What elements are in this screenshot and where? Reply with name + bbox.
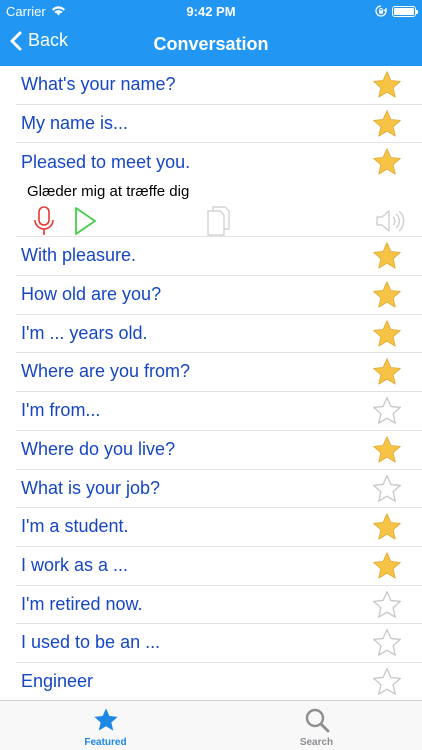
favorite-star-icon[interactable] — [371, 589, 403, 621]
favorite-star-icon[interactable] — [371, 240, 403, 272]
copy-icon[interactable] — [204, 205, 232, 237]
list-item[interactable]: What's your name? — [16, 66, 422, 105]
favorite-star-icon[interactable] — [371, 434, 403, 466]
phrase-text: What is your job? — [21, 477, 161, 498]
list-item[interactable]: I work as a ... — [16, 547, 422, 586]
phrase-text: I'm ... years old. — [21, 322, 148, 343]
favorite-star-icon[interactable] — [371, 627, 403, 659]
microphone-icon[interactable] — [32, 205, 56, 237]
favorite-star-icon[interactable] — [371, 69, 403, 101]
list-item[interactable]: I'm ... years old. — [16, 315, 422, 354]
battery-area — [375, 5, 418, 17]
tab-label: Featured — [84, 737, 127, 748]
phrase-text: With pleasure. — [21, 245, 137, 266]
favorite-star-icon[interactable] — [371, 356, 403, 388]
favorite-star-icon[interactable] — [371, 108, 403, 140]
favorite-star-icon[interactable] — [371, 318, 403, 350]
list-item[interactable]: Where are you from? — [16, 353, 422, 393]
phrase-text: My name is... — [21, 112, 129, 133]
top-bar: Carrier 9:42 PM Back Conversation — [0, 0, 422, 66]
navigation-bar: Back Conversation — [0, 22, 422, 66]
phrase-text: How old are you? — [21, 284, 162, 305]
favorite-star-icon[interactable] — [371, 279, 403, 311]
page-title: Conversation — [153, 34, 269, 54]
list-item[interactable]: With pleasure. — [16, 237, 422, 277]
status-time: 9:42 PM — [186, 4, 236, 19]
list-item[interactable]: Where do you live? — [16, 431, 422, 470]
favorite-star-icon[interactable] — [371, 395, 403, 427]
list-item[interactable]: I'm from... — [16, 392, 422, 431]
phrase-text: Pleased to meet you. — [21, 152, 191, 173]
favorite-star-icon[interactable] — [371, 550, 403, 582]
tab-label: Search — [299, 737, 334, 748]
favorite-star-icon[interactable] — [371, 146, 403, 178]
play-icon[interactable] — [72, 205, 98, 237]
tab-search[interactable]: Search — [211, 701, 422, 750]
favorite-star-icon[interactable] — [371, 511, 403, 543]
phrase-tools — [16, 205, 422, 237]
phrase-text: I'm from... — [21, 400, 101, 421]
tab-bar: Featured Search — [0, 700, 422, 750]
list-item[interactable]: My name is... — [16, 105, 422, 144]
phrase-text: I work as a ... — [21, 554, 129, 575]
star-icon — [93, 708, 118, 731]
list-item[interactable]: I'm a student. — [16, 508, 422, 547]
phrase-text: I'm retired now. — [21, 593, 143, 614]
list-item[interactable]: What is your job? — [16, 470, 422, 509]
phrase-text: I'm a student. — [21, 516, 129, 537]
phrase-text: Engineer — [21, 670, 94, 691]
phrase-text: Where do you live? — [21, 438, 176, 459]
list-item[interactable]: How old are you? — [16, 276, 422, 315]
list-item[interactable]: Engineer — [16, 663, 422, 700]
battery-icon — [392, 5, 418, 17]
orientation-lock-icon — [375, 5, 387, 17]
expanded-list-item[interactable]: Pleased to meet you. Glæder mig at træff… — [16, 143, 422, 238]
speaker-icon[interactable] — [374, 205, 408, 237]
search-icon — [305, 708, 329, 733]
tab-featured[interactable]: Featured — [0, 701, 211, 750]
phrase-text: What's your name? — [21, 74, 176, 94]
status-bar: Carrier 9:42 PM — [0, 0, 422, 22]
favorite-star-icon[interactable] — [371, 666, 403, 698]
phrase-text: I used to be an ... — [21, 632, 161, 653]
phrase-text: Where are you from? — [21, 361, 191, 382]
favorite-star-icon[interactable] — [371, 473, 403, 505]
list-item[interactable]: I used to be an ... — [16, 624, 422, 663]
translation-text: Glæder mig at træffe dig — [27, 183, 190, 201]
phrase-list[interactable]: What's your name? My name is... Pleased … — [0, 66, 422, 700]
list-item[interactable]: I'm retired now. — [16, 586, 422, 625]
